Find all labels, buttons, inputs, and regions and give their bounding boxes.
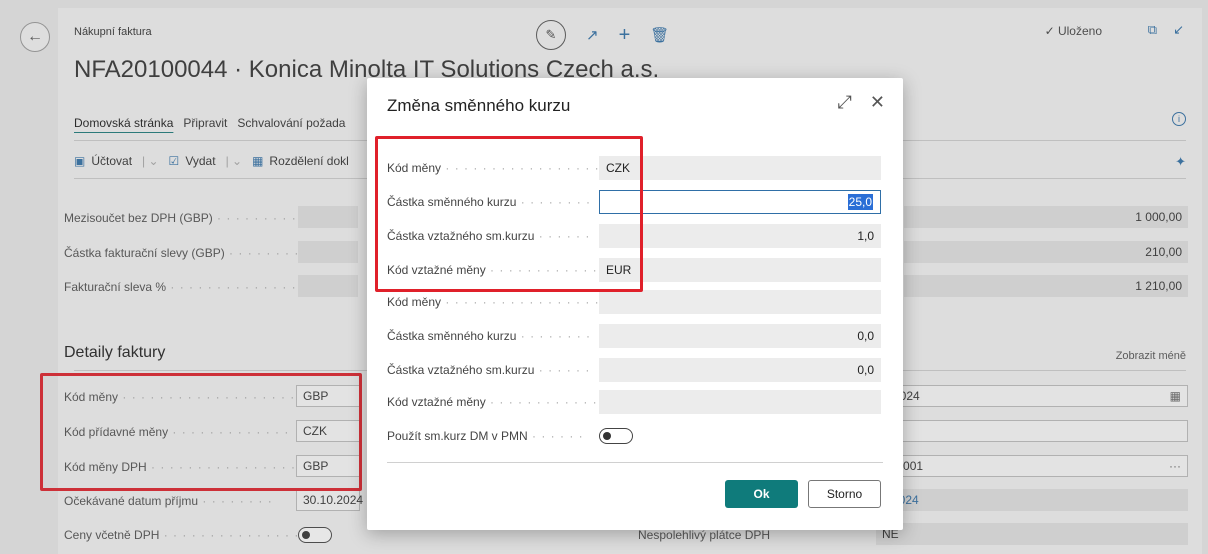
dialog-field-row: Částka směnného kurzu · · · · · · · · 0,… [387,324,881,348]
dialog-field-row: Kód vztažné měny · · · · · · · · · · · ·… [387,390,881,414]
field-label: Částka směnného kurzu · · · · · · · · [387,329,592,343]
dialog-field-row: Použít sm.kurz DM v PMN · · · · · · [387,424,881,448]
field-label: Použít sm.kurz DM v PMN · · · · · · [387,429,584,443]
field-label: Kód vztažné měny · · · · · · · · · · · ·… [387,395,599,409]
field-label: Kód měny · · · · · · · · · · · · · · · ·… [387,295,599,309]
close-icon[interactable]: ✕ [870,92,885,113]
use-rate-toggle[interactable] [599,428,633,444]
cancel-button[interactable]: Storno [808,480,881,508]
dialog-title: Změna směnného kurzu [387,96,571,115]
field-label: Částka vztažného sm.kurzu · · · · · · [387,363,591,377]
ok-button[interactable]: Ok [725,480,798,508]
dialog-field-row: Kód měny · · · · · · · · · · · · · · · ·… [387,290,881,314]
currency-code-field-2[interactable] [599,290,881,314]
dialog-controls: ⤢ ✕ [838,92,886,113]
dialog-field-row: Částka vztažného sm.kurzu · · · · · · 0,… [387,358,881,382]
relational-exch-rate-field-2[interactable]: 0,0 [599,358,881,382]
exchange-rate-amount-field-2[interactable]: 0,0 [599,324,881,348]
highlight-frame [375,136,643,292]
relational-currency-field-2[interactable] [599,390,881,414]
expand-icon[interactable]: ⤢ [838,92,852,113]
divider [387,462,883,463]
